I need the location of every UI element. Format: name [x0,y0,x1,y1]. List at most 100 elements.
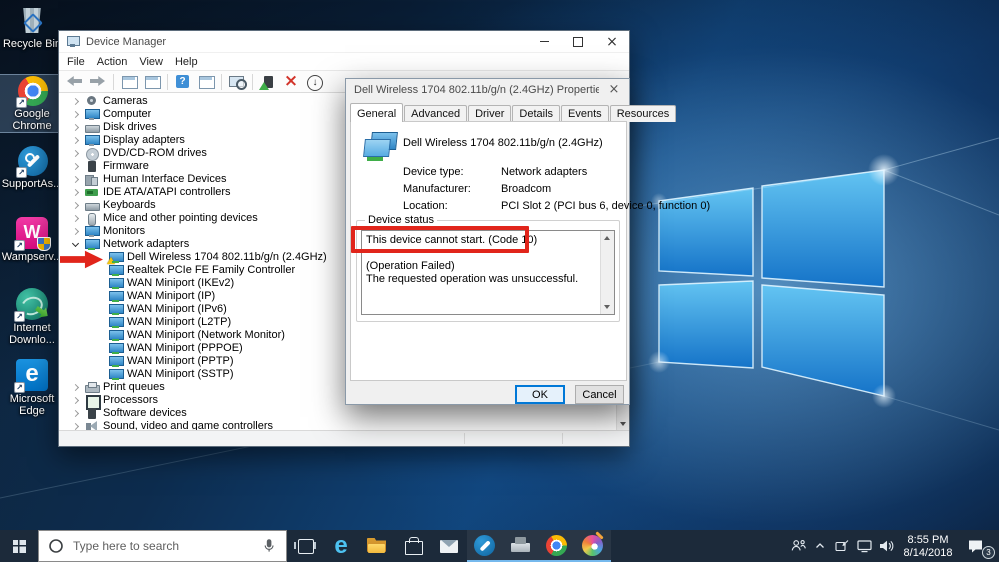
desktop-icon-label: Recycle Bin [2,38,62,50]
tree-expander-icon[interactable] [69,173,85,186]
tree-expander-icon[interactable] [69,147,85,160]
tree-expander-icon[interactable] [69,225,85,238]
device-status-group-label: Device status [365,214,438,226]
back-icon[interactable] [65,73,85,91]
toolbar-separator [221,73,222,90]
taskbar-app[interactable] [575,530,611,562]
tree-expander-icon[interactable] [93,368,109,381]
taskbar-app[interactable] [539,530,575,562]
tree-expander-icon[interactable] [69,394,85,407]
tree-expander-icon[interactable] [93,342,109,355]
tree-expander-icon[interactable] [93,303,109,316]
dialog-close-icon[interactable] [599,79,629,100]
tree-expander-icon[interactable] [93,316,109,329]
cancel-button[interactable]: Cancel [575,385,624,404]
statusbar-separator [464,433,465,444]
tree-item-icon [85,109,100,120]
close-button[interactable] [595,31,629,53]
tree-expander-icon[interactable] [69,407,85,420]
tree-expander-icon[interactable] [69,160,85,173]
scan-hardware-changes-icon[interactable] [227,73,247,91]
dialog-tab[interactable]: Advanced [404,105,468,122]
menu-item[interactable]: Help [169,53,204,71]
dialog-titlebar[interactable]: Dell Wireless 1704 802.11b/g/n (2.4GHz) … [346,79,629,100]
dialog-tab[interactable]: General [350,103,404,122]
tree-expander-icon[interactable] [69,134,85,147]
pen-input-icon[interactable] [831,530,853,562]
tree-item-label: Cameras [103,95,148,107]
field-value: Broadcom [501,183,552,195]
device-manager-titlebar[interactable]: Device Manager [59,31,629,53]
tray-chevron-up-icon[interactable] [809,530,831,562]
cortana-icon[interactable] [39,538,73,554]
dialog-tab[interactable]: Details [512,105,561,122]
tree-expander-icon[interactable] [69,95,85,108]
tree-expander-icon[interactable] [69,108,85,121]
tree-expander-icon[interactable] [69,381,85,394]
tree-expander-icon[interactable] [93,329,109,342]
tree-expander-icon[interactable] [93,355,109,368]
menu-item[interactable]: File [61,53,91,71]
status-scrollbar[interactable] [600,231,614,314]
taskbar-app[interactable] [467,530,503,562]
taskbar-app[interactable] [359,530,395,562]
tree-expander-icon[interactable] [69,238,85,251]
scroll-down-icon[interactable] [617,417,629,430]
tree-expander-icon[interactable] [93,290,109,303]
network-icon[interactable] [853,530,875,562]
disable-device-icon[interactable] [304,73,324,91]
minimize-button[interactable] [527,31,561,53]
menu-item[interactable]: Action [91,53,134,71]
dialog-tab[interactable]: Driver [468,105,512,122]
taskbar-search[interactable] [38,530,287,562]
tree-item-icon [85,213,98,226]
tree-item-label: WAN Miniport (L2TP) [127,316,232,328]
volume-icon[interactable] [875,530,897,562]
taskbar-search-input[interactable] [73,539,252,553]
desktop-icon[interactable]: Microsoft Edge [0,359,64,417]
microphone-icon[interactable] [252,538,286,554]
tree-expander-icon[interactable] [93,277,109,290]
dialog-tab[interactable]: Resources [609,105,677,122]
tree-item[interactable]: Sound, video and game controllers [59,420,616,430]
tree-item-label: Monitors [103,225,146,237]
desktop-icon[interactable]: Recycle Bin [0,4,64,61]
update-driver-icon[interactable] [258,73,278,91]
ok-button[interactable]: OK [515,385,565,404]
tree-item-label: Computer [103,108,152,120]
uninstall-device-icon[interactable] [281,73,301,91]
devices-window-icon[interactable] [196,73,216,91]
desktop-icon[interactable]: SupportAs... [0,146,64,203]
menu-item[interactable]: View [133,53,169,71]
desktop-icon[interactable]: Wampserv... [0,217,64,274]
taskbar-app[interactable] [503,530,539,562]
dialog-tab[interactable]: Events [561,105,609,122]
help-icon[interactable] [173,73,193,91]
taskbar-app[interactable] [431,530,467,562]
start-button[interactable] [0,530,38,562]
taskbar-app[interactable] [395,530,431,562]
properties-icon[interactable] [142,73,162,91]
menu-bar: File Action View Help [59,53,629,71]
taskbar-app[interactable] [323,530,359,562]
taskbar-app[interactable] [287,530,323,562]
tree-item[interactable]: Software devices [59,407,616,420]
tree-expander-icon[interactable] [69,420,85,430]
tree-item-label: Firmware [103,160,149,172]
show-console-tree-icon[interactable] [119,73,139,91]
forward-icon[interactable] [88,73,108,91]
annotation-highlight-box [351,226,529,253]
tree-expander-icon[interactable] [93,264,109,277]
tree-expander-icon[interactable] [69,121,85,134]
desktop-icon[interactable]: Internet Downlo... [0,288,64,346]
tree-expander-icon[interactable] [69,199,85,212]
action-center-icon[interactable]: 3 [959,530,999,562]
taskbar: 8:55 PM 8/14/2018 3 [0,530,999,562]
tree-item-icon [109,265,124,276]
tree-expander-icon[interactable] [69,186,85,199]
tree-expander-icon[interactable] [69,212,85,225]
people-icon[interactable] [787,530,809,562]
taskbar-clock[interactable]: 8:55 PM 8/14/2018 [897,532,959,560]
desktop-icon[interactable]: Google Chrome [0,74,65,133]
maximize-button[interactable] [561,31,595,53]
